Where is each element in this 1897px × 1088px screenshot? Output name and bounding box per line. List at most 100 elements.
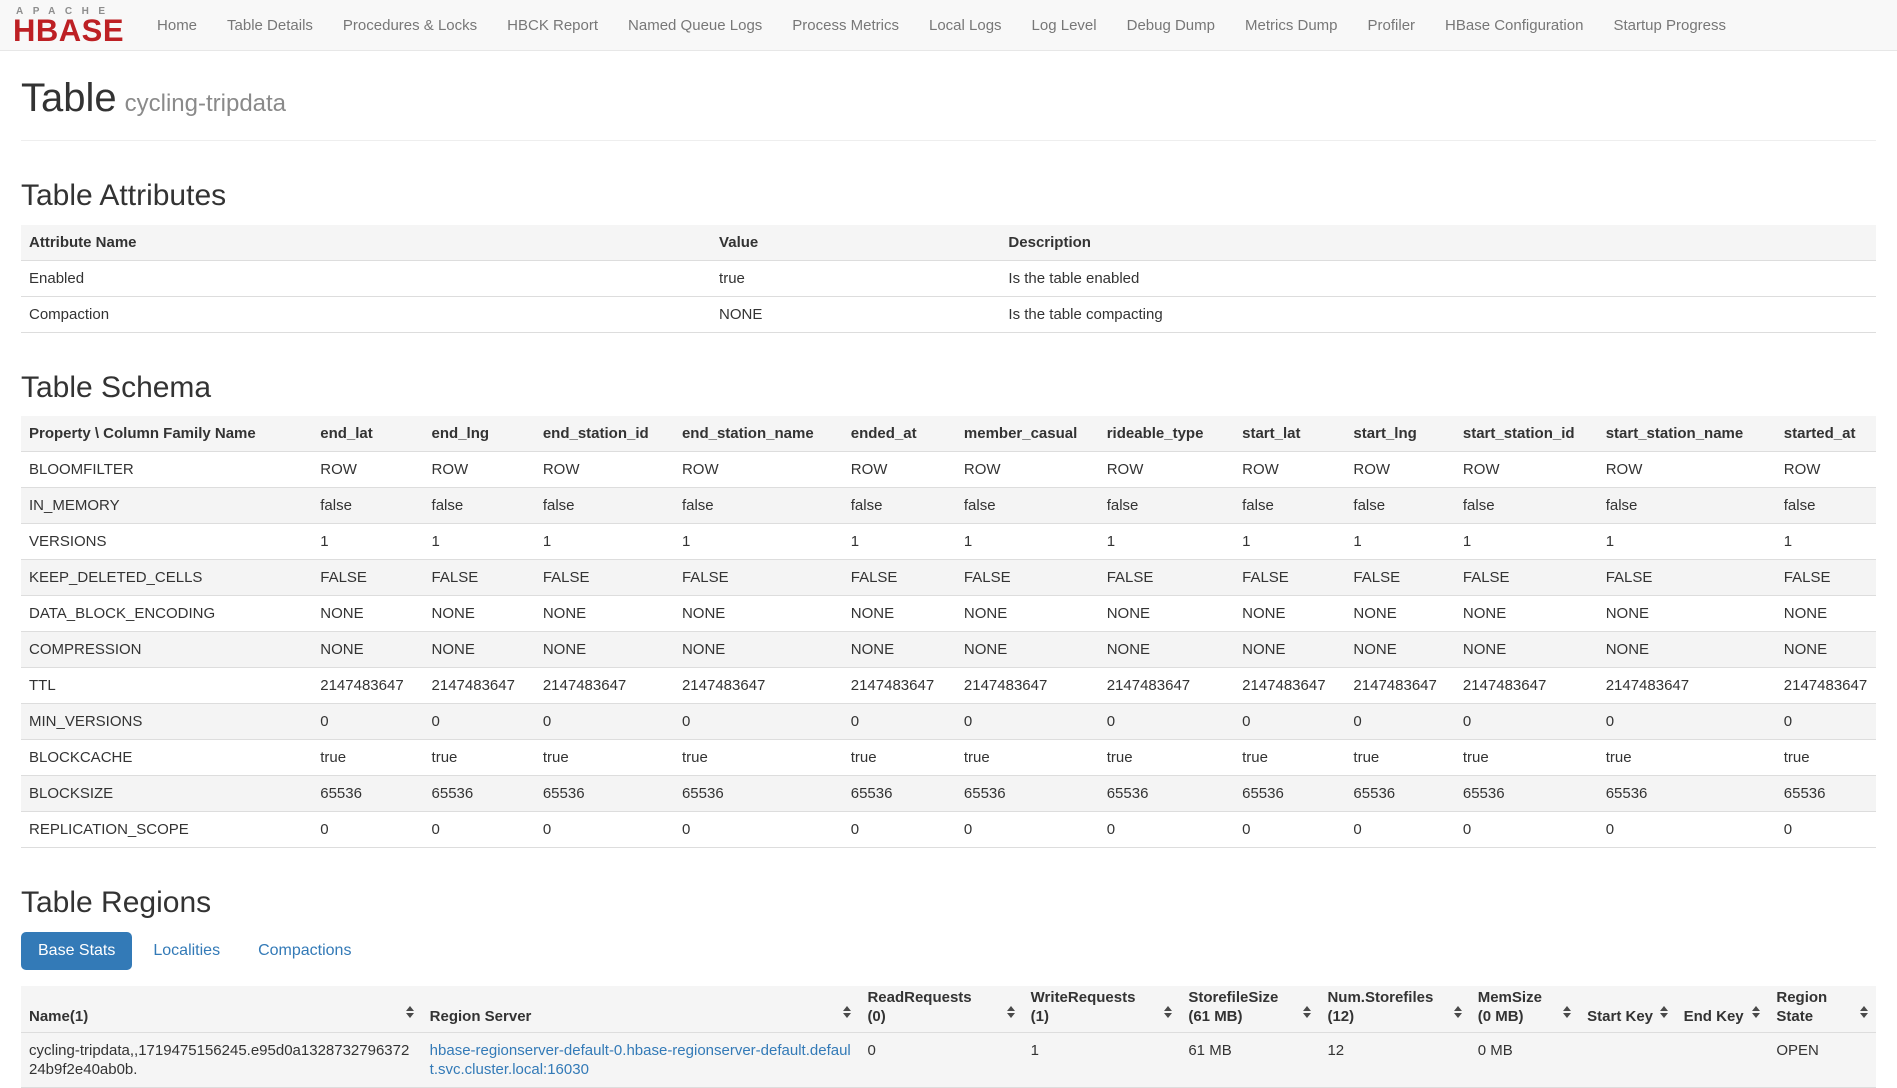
- nav-link-home[interactable]: Home: [142, 0, 212, 50]
- regions-col-label: Num.Storefiles(12): [1327, 988, 1433, 1026]
- nav-link-procedures-locks[interactable]: Procedures & Locks: [328, 0, 492, 50]
- nav-link-local-logs[interactable]: Local Logs: [914, 0, 1017, 50]
- region-cell-storefile-size: 61 MB: [1180, 1032, 1319, 1087]
- regions-col-end-key[interactable]: End Key: [1676, 986, 1769, 1033]
- schema-property-value: false: [312, 488, 423, 524]
- nav-item-log-level: Log Level: [1017, 0, 1112, 50]
- regions-tabs: Base StatsLocalitiesCompactions: [21, 932, 1876, 970]
- schema-property-value: ROW: [1776, 452, 1876, 488]
- sort-icon[interactable]: [1854, 1006, 1868, 1018]
- schema-property-value: NONE: [1234, 632, 1345, 668]
- schema-property-value: 0: [1345, 812, 1454, 848]
- region-cell-end-key: [1676, 1032, 1769, 1087]
- nav-link-process-metrics[interactable]: Process Metrics: [777, 0, 914, 50]
- sort-icon[interactable]: [837, 1006, 851, 1018]
- schema-property-value: 0: [1234, 812, 1345, 848]
- regions-col-label-line1: Region Server: [430, 1007, 532, 1026]
- regions-col-label: End Key: [1684, 1007, 1744, 1026]
- schema-property-value: NONE: [1776, 596, 1876, 632]
- schema-property-value: NONE: [312, 596, 423, 632]
- nav-link-metrics-dump[interactable]: Metrics Dump: [1230, 0, 1353, 50]
- schema-property-value: 65536: [674, 776, 843, 812]
- tab-compactions[interactable]: Compactions: [241, 932, 368, 970]
- regions-col-name-1[interactable]: Name(1): [21, 986, 422, 1033]
- schema-property-value: FALSE: [1234, 560, 1345, 596]
- attr-value: true: [711, 260, 1000, 296]
- schema-row-keep-deleted-cells: KEEP_DELETED_CELLSFALSEFALSEFALSEFALSEFA…: [21, 560, 1876, 596]
- table-name: cycling-tripdata: [125, 90, 286, 117]
- schema-property-value: FALSE: [1455, 560, 1598, 596]
- nav-link-debug-dump[interactable]: Debug Dump: [1112, 0, 1230, 50]
- sort-down-arrow: [1454, 1013, 1462, 1018]
- nav-link-hbase-configuration[interactable]: HBase Configuration: [1430, 0, 1598, 50]
- regions-col-region-server[interactable]: Region Server: [422, 986, 860, 1033]
- regions-col-num-storefiles[interactable]: Num.Storefiles(12): [1319, 986, 1469, 1033]
- schema-property-value: 0: [424, 812, 535, 848]
- sort-icon[interactable]: [1297, 1006, 1311, 1018]
- nav-link-named-queue-logs[interactable]: Named Queue Logs: [613, 0, 777, 50]
- hbase-logo[interactable]: APACHE HBASE: [0, 0, 142, 50]
- schema-property-value: false: [674, 488, 843, 524]
- sort-icon[interactable]: [1746, 1006, 1760, 1018]
- sort-up-arrow: [406, 1006, 414, 1011]
- schema-property-value: false: [1455, 488, 1598, 524]
- schema-property-value: NONE: [1099, 632, 1234, 668]
- nav-link-table-details[interactable]: Table Details: [212, 0, 328, 50]
- schema-property-value: NONE: [674, 596, 843, 632]
- nav-link-startup-progress[interactable]: Startup Progress: [1598, 0, 1741, 50]
- schema-property-value: 65536: [312, 776, 423, 812]
- regions-col-storefilesize[interactable]: StorefileSize(61 MB): [1180, 986, 1319, 1033]
- sort-icon[interactable]: [1654, 1006, 1668, 1018]
- nav-link-hbck-report[interactable]: HBCK Report: [492, 0, 613, 50]
- schema-property-name: DATA_BLOCK_ENCODING: [21, 596, 312, 632]
- schema-property-value: 0: [1776, 704, 1876, 740]
- schema-property-value: NONE: [1099, 596, 1234, 632]
- region-server-link[interactable]: hbase-regionserver-default-0.hbase-regio…: [430, 1042, 851, 1078]
- regions-col-content: StorefileSize(61 MB): [1188, 988, 1311, 1026]
- schema-corner-header: Property \ Column Family Name: [21, 416, 312, 452]
- regions-col-start-key[interactable]: Start Key: [1579, 986, 1675, 1033]
- regions-col-memsize[interactable]: MemSize(0 MB): [1470, 986, 1579, 1033]
- nav-link-profiler[interactable]: Profiler: [1353, 0, 1431, 50]
- sort-icon[interactable]: [1158, 1006, 1172, 1018]
- schema-property-value: 0: [1598, 812, 1776, 848]
- regions-col-writerequests[interactable]: WriteRequests(1): [1023, 986, 1181, 1033]
- sort-down-arrow: [1752, 1013, 1760, 1018]
- schema-heading: Table Schema: [21, 371, 1876, 405]
- nav-link-log-level[interactable]: Log Level: [1017, 0, 1112, 50]
- regions-col-label-line1: Start Key: [1587, 1007, 1653, 1026]
- sort-down-arrow: [1007, 1013, 1015, 1018]
- sort-icon[interactable]: [1557, 1006, 1571, 1018]
- attr-col-value: Value: [711, 225, 1000, 261]
- schema-property-value: ROW: [535, 452, 674, 488]
- tab-base-stats[interactable]: Base Stats: [21, 932, 132, 970]
- schema-property-value: true: [1598, 740, 1776, 776]
- regions-col-readrequests[interactable]: ReadRequests(0): [859, 986, 1022, 1033]
- schema-property-value: 1: [312, 524, 423, 560]
- schema-property-value: true: [1345, 740, 1454, 776]
- schema-property-value: 65536: [1598, 776, 1776, 812]
- sort-up-arrow: [1303, 1006, 1311, 1011]
- regions-col-label-line2: (61 MB): [1188, 1007, 1278, 1026]
- sort-icon[interactable]: [1448, 1006, 1462, 1018]
- attr-name: Compaction: [21, 296, 711, 332]
- sort-icon[interactable]: [400, 1006, 414, 1018]
- tab-localities[interactable]: Localities: [136, 932, 237, 970]
- attr-col-attribute-name: Attribute Name: [21, 225, 711, 261]
- nav-item-local-logs: Local Logs: [914, 0, 1017, 50]
- regions-header-row: Name(1) Region Server ReadRequests(0)Write…: [21, 986, 1876, 1033]
- schema-property-value: 65536: [424, 776, 535, 812]
- schema-property-value: NONE: [535, 596, 674, 632]
- schema-row-blocksize: BLOCKSIZE6553665536655366553665536655366…: [21, 776, 1876, 812]
- region-cell-read-requests: 0: [859, 1032, 1022, 1087]
- schema-property-value: FALSE: [312, 560, 423, 596]
- sort-icon[interactable]: [1001, 1006, 1015, 1018]
- regions-col-region-state[interactable]: Region State: [1768, 986, 1876, 1033]
- schema-property-value: FALSE: [843, 560, 956, 596]
- sort-down-arrow: [406, 1013, 414, 1018]
- schema-family-end-lng: end_lng: [424, 416, 535, 452]
- nav-item-home: Home: [142, 0, 212, 50]
- schema-property-value: 0: [1099, 704, 1234, 740]
- nav-item-table-details: Table Details: [212, 0, 328, 50]
- sort-up-arrow: [1752, 1006, 1760, 1011]
